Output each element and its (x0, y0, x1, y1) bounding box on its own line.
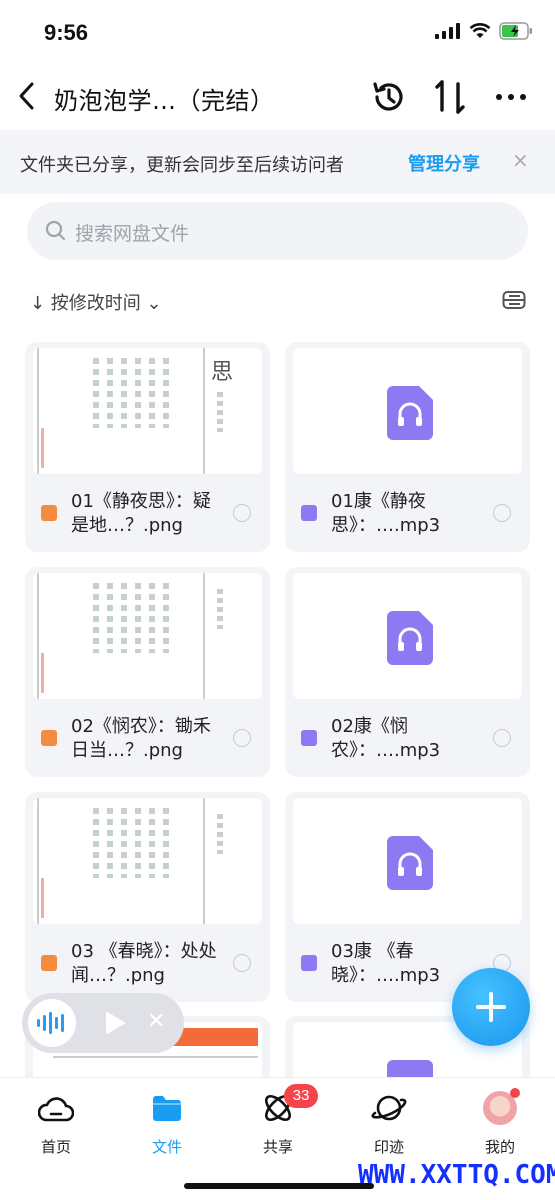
image-file-icon (41, 955, 57, 971)
signal-icon (435, 23, 460, 39)
history-icon[interactable] (370, 78, 408, 120)
thumbnail-title: 思 (211, 360, 234, 385)
search-icon (45, 220, 66, 241)
select-checkbox[interactable] (233, 954, 251, 972)
cloud-icon (38, 1097, 74, 1122)
close-icon[interactable]: × (512, 148, 529, 172)
file-card[interactable]: 03 《春晓》：处处闻…？.png (25, 792, 270, 1002)
tab-label: 印迹 (373, 1138, 404, 1156)
status-time: 9:56 (44, 20, 89, 45)
select-checkbox[interactable] (233, 729, 251, 747)
wifi-icon (469, 23, 491, 38)
audio-wave-icon[interactable] (28, 999, 76, 1047)
nav-bar: 奶泡泡学…（完结） (0, 64, 555, 130)
headphones-icon (387, 386, 433, 440)
file-card[interactable]: 02康《悯农》：….mp3 (285, 567, 530, 777)
avatar (483, 1088, 520, 1125)
file-card[interactable]: 思 01《静夜思》：疑是地…？.png (25, 342, 270, 552)
tab-traces[interactable]: 印迹 (349, 1090, 429, 1157)
share-banner-text: 文件夹已分享，更新会同步至后续访问者 (20, 155, 344, 176)
tab-share[interactable]: 共享 33 (238, 1084, 318, 1157)
manage-share-link[interactable]: 管理分享 (408, 150, 480, 176)
image-file-icon (41, 505, 57, 521)
back-icon[interactable] (10, 78, 42, 114)
plus-icon (476, 992, 506, 1022)
play-icon[interactable] (104, 1011, 126, 1039)
file-name: 01《静夜思》：疑是地…？.png (71, 491, 211, 536)
headphones-icon (387, 836, 433, 890)
tab-label: 共享 (262, 1138, 293, 1156)
sort-row: ↓ 按修改时间 ⌄ (0, 280, 555, 320)
file-card[interactable]: 02《悯农》：锄禾日当…？.png (25, 567, 270, 777)
audio-thumbnail (293, 573, 522, 699)
file-name: 01康《静夜思》：….mp3 (331, 491, 441, 536)
select-checkbox[interactable] (493, 504, 511, 522)
tab-files[interactable]: 文件 (127, 1090, 207, 1157)
close-player-icon[interactable]: ✕ (147, 1009, 165, 1034)
tab-label: 我的 (484, 1138, 515, 1156)
status-icons (435, 22, 533, 40)
tab-profile[interactable]: 我的 (460, 1088, 540, 1157)
mini-audio-player: ✕ (22, 993, 184, 1053)
sort-order-icon[interactable] (434, 78, 470, 120)
audio-thumbnail (293, 348, 522, 474)
notification-badge: 33 (284, 1084, 318, 1108)
watermark: WWW.XXTTQ.COM (358, 1160, 555, 1190)
page-title: 奶泡泡学…（完结） (54, 87, 275, 115)
audio-file-icon (301, 730, 317, 746)
file-name: 03康 《春晓》：….mp3 (331, 941, 441, 986)
planet-icon (371, 1095, 407, 1121)
share-banner: 文件夹已分享，更新会同步至后续访问者 管理分享 × (0, 130, 555, 194)
audio-thumbnail (293, 798, 522, 924)
view-mode-icon[interactable] (502, 290, 526, 314)
image-thumbnail: 思 (33, 348, 262, 474)
audio-file-icon (301, 505, 317, 521)
search-input[interactable]: 搜索网盘文件 (27, 202, 528, 260)
audio-file-icon (301, 955, 317, 971)
image-thumbnail (33, 573, 262, 699)
add-button[interactable] (452, 968, 530, 1046)
file-card[interactable]: 01康《静夜思》：….mp3 (285, 342, 530, 552)
status-bar: 9:56 (0, 0, 555, 64)
folder-icon (153, 1096, 181, 1121)
sort-by-modified-button[interactable]: ↓ 按修改时间 ⌄ (30, 289, 162, 315)
file-name: 02康《悯农》：….mp3 (331, 716, 441, 761)
file-name: 03 《春晓》：处处闻…？.png (71, 941, 217, 986)
search-placeholder: 搜索网盘文件 (75, 223, 190, 245)
image-thumbnail (33, 798, 262, 924)
tab-label: 文件 (151, 1138, 182, 1156)
tab-label: 首页 (40, 1138, 71, 1156)
headphones-icon (387, 611, 433, 665)
select-checkbox[interactable] (493, 729, 511, 747)
more-icon[interactable] (494, 78, 528, 120)
battery-icon (499, 22, 532, 40)
home-indicator (184, 1183, 374, 1189)
tab-home[interactable]: 首页 (16, 1090, 96, 1157)
image-file-icon (41, 730, 57, 746)
select-checkbox[interactable] (233, 504, 251, 522)
file-name: 02《悯农》：锄禾日当…？.png (71, 716, 211, 761)
